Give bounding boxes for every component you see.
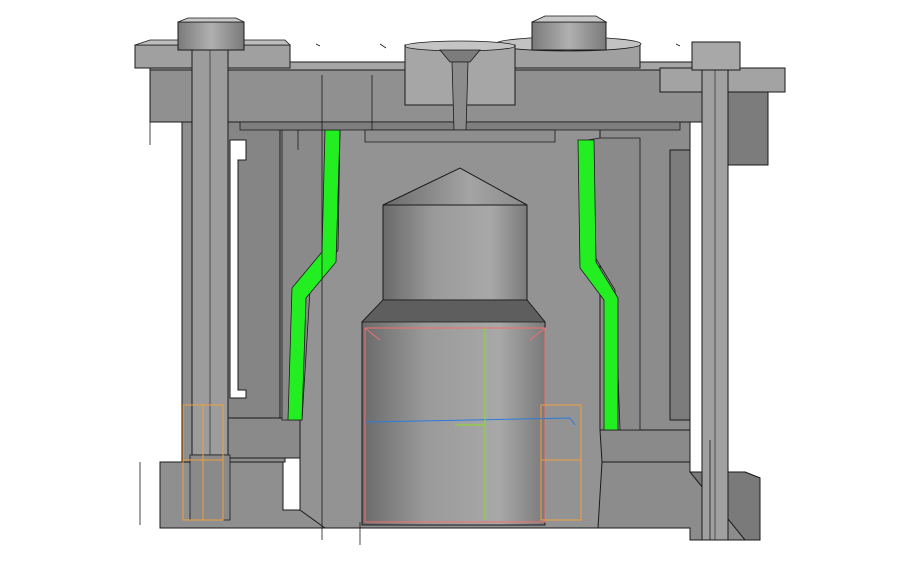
- bolt-right-icon: [531, 15, 608, 51]
- cad-viewport[interactable]: [0, 0, 912, 565]
- core-insert: [361, 167, 546, 526]
- section-model: [134, 15, 786, 545]
